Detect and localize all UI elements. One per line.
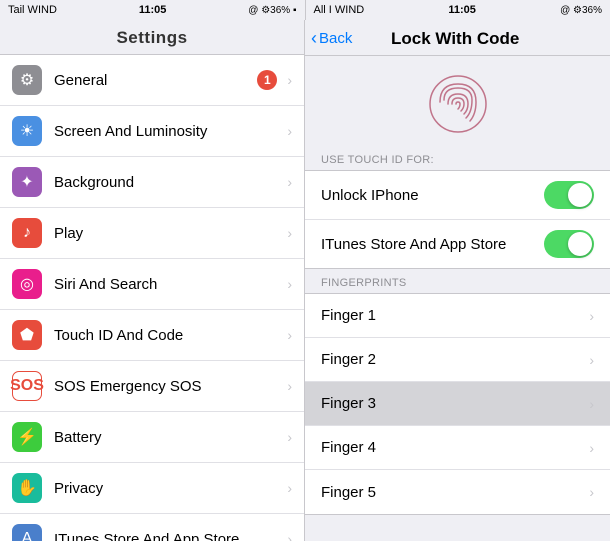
- screen-icon: ☀: [12, 116, 42, 146]
- chevron-right-icon: ›: [287, 378, 292, 394]
- chevron-right-icon: ›: [287, 531, 292, 541]
- finger2-label: Finger 2: [321, 351, 589, 368]
- finger3-label: Finger 3: [321, 395, 589, 412]
- fingerprint-row-finger5[interactable]: Finger 5›: [305, 470, 610, 514]
- toggle-item-itunes[interactable]: ITunes Store And App Store: [305, 220, 610, 268]
- battery-label: Battery: [54, 429, 283, 446]
- fingerprint-row-finger1[interactable]: Finger 1›: [305, 294, 610, 338]
- touchid-title: Lock With Code: [352, 29, 558, 49]
- sos-label: SOS Emergency SOS: [54, 378, 283, 395]
- settings-item-screen[interactable]: ☀ Screen And Luminosity›: [0, 106, 304, 157]
- finger5-label: Finger 5: [321, 484, 589, 501]
- sos-icon: SOS: [12, 371, 42, 401]
- right-carrier: All I WIND: [314, 4, 365, 16]
- toggle-item-unlock[interactable]: Unlock IPhone: [305, 171, 610, 220]
- use-touch-id-label: USE TOUCH ID FOR:: [305, 148, 610, 170]
- right-status-bar: All I WIND 11:05 @ ⚙36%: [306, 0, 610, 20]
- settings-item-privacy[interactable]: ✋ Privacy›: [0, 463, 304, 514]
- siri-label: Siri And Search: [54, 276, 283, 293]
- settings-list: ⚙General1›☀Screen And Luminosity›✦Backgr…: [0, 55, 304, 541]
- finger1-label: Finger 1: [321, 307, 589, 324]
- back-label: Back: [319, 30, 352, 47]
- toggle-list: Unlock IPhone ITunes Store And App Store: [305, 170, 610, 269]
- itunes-icon: A: [12, 524, 42, 541]
- chevron-right-icon: ›: [287, 480, 292, 496]
- fingerprint-row-finger3[interactable]: Finger 3›: [305, 382, 610, 426]
- unlock-toggle-label: Unlock IPhone: [321, 187, 544, 204]
- right-status-icons: @ ⚙36%: [560, 5, 602, 16]
- screen-label: Screen And Luminosity: [54, 123, 283, 140]
- itunes-toggle-label: ITunes Store And App Store: [321, 236, 544, 253]
- chevron-right-icon: ›: [287, 276, 292, 292]
- itunes-toggle-switch[interactable]: [544, 230, 594, 258]
- touchid-panel: ‹ Back Lock With Code USE TOUCH ID FOR: …: [305, 20, 610, 541]
- play-icon: ♪: [12, 218, 42, 248]
- settings-header: Settings: [0, 20, 304, 55]
- left-status-bar: Tail WIND 11:05 @ ⚙36% ▪: [0, 0, 305, 20]
- siri-icon: ◎: [12, 269, 42, 299]
- left-time: 11:05: [139, 4, 167, 16]
- chevron-right-icon: ›: [287, 72, 292, 88]
- background-icon: ✦: [12, 167, 42, 197]
- chevron-right-icon: ›: [287, 429, 292, 445]
- chevron-right-icon: ›: [287, 327, 292, 343]
- privacy-label: Privacy: [54, 480, 283, 497]
- fingerprint-area: [305, 56, 610, 148]
- settings-panel: Settings ⚙ General1 › ☀ Screen And Luminosit…: [0, 20, 305, 541]
- fingerprint-list: Finger 1›Finger 2›Finger 3›Finger 4›Fing…: [305, 293, 610, 515]
- settings-item-general[interactable]: ⚙ General1 ›: [0, 55, 304, 106]
- play-label: Play: [54, 225, 283, 242]
- privacy-icon: ✋: [12, 473, 42, 503]
- chevron-right-icon: ›: [589, 484, 594, 500]
- finger4-label: Finger 4: [321, 439, 589, 456]
- back-button[interactable]: ‹ Back: [311, 28, 352, 49]
- touchid-icon: ⬟: [12, 320, 42, 350]
- background-label: Background: [54, 174, 283, 191]
- chevron-right-icon: ›: [287, 225, 292, 241]
- fingerprint-row-finger2[interactable]: Finger 2›: [305, 338, 610, 382]
- right-time: 11:05: [448, 4, 476, 16]
- settings-item-itunes[interactable]: A ITunes Store And App Store ›: [0, 514, 304, 541]
- battery-icon: ⚡: [12, 422, 42, 452]
- chevron-right-icon: ›: [589, 352, 594, 368]
- general-icon: ⚙: [12, 65, 42, 95]
- fingerprint-icon: [428, 74, 488, 134]
- chevron-right-icon: ›: [287, 123, 292, 139]
- chevron-right-icon: ›: [589, 440, 594, 456]
- fingerprint-row-finger4[interactable]: Finger 4›: [305, 426, 610, 470]
- settings-item-play[interactable]: ♪ Play›: [0, 208, 304, 259]
- settings-item-siri[interactable]: ◎ Siri And Search›: [0, 259, 304, 310]
- settings-item-sos[interactable]: SOS SOS Emergency SOS›: [0, 361, 304, 412]
- touchid-label: Touch ID And Code: [54, 327, 283, 344]
- settings-title: Settings: [116, 28, 187, 47]
- settings-item-touchid[interactable]: ⬟ Touch ID And Code›: [0, 310, 304, 361]
- unlock-toggle-switch[interactable]: [544, 181, 594, 209]
- settings-item-battery[interactable]: ⚡ Battery›: [0, 412, 304, 463]
- back-chevron-icon: ‹: [311, 28, 317, 49]
- general-badge: 1: [257, 70, 277, 90]
- chevron-right-icon: ›: [589, 396, 594, 412]
- settings-item-background[interactable]: ✦ Background›: [0, 157, 304, 208]
- general-label: General: [54, 72, 257, 89]
- touchid-header: ‹ Back Lock With Code: [305, 20, 610, 56]
- fingerprints-label: FINGERPRINTS: [305, 269, 610, 293]
- left-status-icons: @ ⚙36% ▪: [248, 5, 296, 16]
- left-carrier: Tail WIND: [8, 4, 57, 16]
- chevron-right-icon: ›: [287, 174, 292, 190]
- itunes-label: ITunes Store And App Store: [54, 531, 283, 541]
- chevron-right-icon: ›: [589, 308, 594, 324]
